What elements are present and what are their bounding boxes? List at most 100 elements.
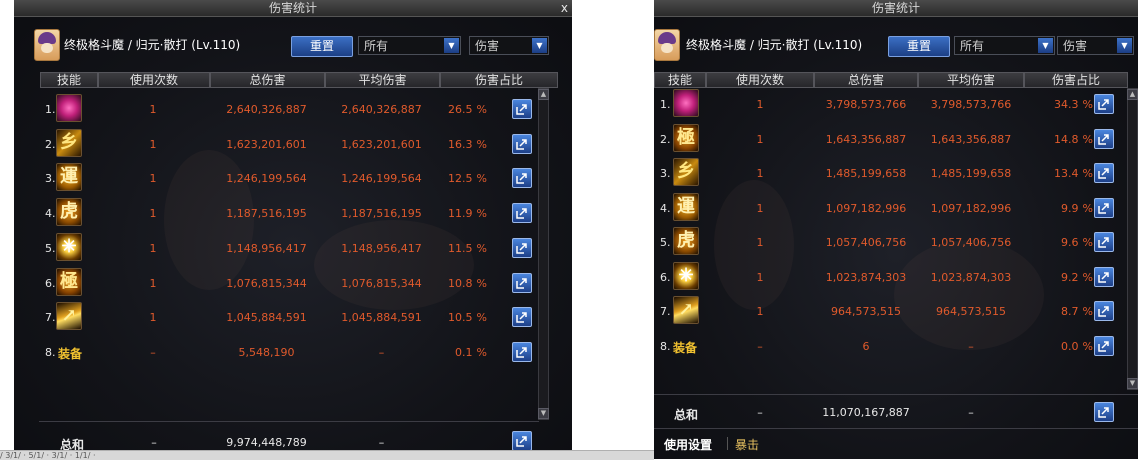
share-button[interactable] (1094, 94, 1114, 114)
damage-share: 16.3% (448, 138, 487, 151)
table-row: 5. ✳ 1 1,148,956,417 1,148,956,417 11.5% (14, 232, 572, 265)
type-filter-value: 伤害 (475, 39, 500, 53)
share-button[interactable] (512, 272, 532, 293)
percent-sign: % (476, 241, 487, 255)
damage-share: 0.0% (1061, 340, 1093, 353)
skill-icon: 乡 (673, 158, 699, 186)
average-damage: 1,148,956,417 (341, 241, 422, 255)
skill-icon: 虎 (56, 198, 82, 227)
table-row: 3. 乡 1 1,485,199,658 1,485,199,658 13.4% (654, 157, 1138, 190)
window-titlebar[interactable]: 伤害统计 x (14, 0, 572, 17)
total-damage: 1,623,201,601 (226, 137, 307, 151)
total-label: 总和 (60, 438, 85, 450)
rank-number: 8. (45, 345, 56, 359)
window-title: 伤害统计 (871, 1, 920, 15)
damage-share-value: 11.9 (448, 207, 473, 221)
share-button[interactable] (1094, 197, 1114, 218)
type-filter-value: 伤害 (1063, 39, 1088, 53)
share-button[interactable] (1094, 163, 1114, 183)
type-filter-dropdown[interactable]: 伤害 ▼ (469, 36, 549, 55)
col-total-damage[interactable]: 总伤害 (814, 72, 918, 88)
share-button[interactable] (512, 341, 532, 362)
scroll-down-icon[interactable]: ▼ (538, 408, 549, 419)
share-button[interactable] (1094, 128, 1114, 149)
tab-critical[interactable]: 暴击 (735, 436, 759, 453)
average-damage: 3,798,573,766 (930, 98, 1012, 111)
total-damage: 1,246,199,564 (226, 172, 307, 186)
damage-share-value: 9.6 (1061, 236, 1079, 249)
skill-icon: 虎 (673, 227, 699, 255)
share-button[interactable] (1094, 335, 1114, 356)
skill-name: 装备 (58, 346, 83, 361)
average-damage: 1,023,874,303 (930, 270, 1012, 284)
total-damage: 1,187,516,195 (226, 207, 307, 221)
divider (654, 394, 1138, 395)
col-uses[interactable]: 使用次数 (98, 72, 210, 88)
reset-button[interactable]: 重置 (291, 36, 353, 57)
table-row: 4. 運 1 1,097,182,996 1,097,182,996 9.9% (654, 192, 1138, 225)
total-damage: 1,057,406,756 (825, 236, 907, 249)
target-filter-dropdown[interactable]: 所有 ▼ (954, 36, 1055, 55)
rank-number: 5. (660, 236, 671, 249)
scrollbar[interactable]: ▲ ▼ (538, 88, 549, 420)
col-damage-share[interactable]: 伤害占比 (440, 72, 558, 88)
close-icon[interactable]: x (561, 0, 568, 16)
col-uses[interactable]: 使用次数 (706, 72, 814, 88)
total-damage: 1,076,815,344 (226, 276, 307, 290)
chevron-down-icon: ▼ (532, 38, 547, 53)
damage-share: 8.7% (1061, 305, 1093, 318)
col-skill[interactable]: 技能 (40, 72, 98, 88)
col-avg-damage[interactable]: 平均伤害 (325, 72, 440, 88)
chevron-down-icon: ▼ (1038, 38, 1053, 53)
col-damage-share[interactable]: 伤害占比 (1024, 72, 1128, 88)
share-icon (1098, 407, 1109, 418)
total-uses: – (151, 436, 157, 449)
share-icon (1098, 271, 1109, 283)
type-filter-dropdown[interactable]: 伤害 ▼ (1057, 36, 1134, 55)
damage-share: 11.9% (448, 207, 487, 220)
use-count: 1 (149, 311, 157, 325)
chevron-down-icon: ▼ (444, 38, 459, 53)
avatar (34, 29, 60, 61)
share-icon (516, 312, 527, 323)
table-row: 7. ↗ 1 1,045,884,591 1,045,884,591 10.5% (14, 301, 572, 334)
table-row: 2. 乡 1 1,623,201,601 1,623,201,601 16.3% (14, 128, 572, 161)
skill-icon: 極 (56, 267, 82, 296)
skill-glyph: 虎 (60, 201, 78, 223)
scroll-down-icon[interactable]: ▼ (1127, 378, 1138, 389)
share-button[interactable] (512, 431, 532, 450)
col-total-damage[interactable]: 总伤害 (210, 72, 325, 88)
share-button[interactable] (512, 133, 532, 154)
skill-icon: ✳ (56, 232, 82, 261)
col-avg-damage[interactable]: 平均伤害 (918, 72, 1024, 88)
share-button[interactable] (1094, 266, 1114, 287)
scrollbar[interactable]: ▲ ▼ (1127, 88, 1138, 390)
share-button[interactable] (512, 203, 532, 224)
skill-icon: 極 (673, 123, 699, 152)
window-titlebar[interactable]: 伤害统计 (654, 0, 1138, 17)
share-icon (516, 208, 527, 219)
use-count: 1 (149, 276, 157, 290)
share-button[interactable] (1094, 301, 1114, 321)
scroll-up-icon[interactable]: ▲ (1127, 89, 1138, 100)
col-skill[interactable]: 技能 (654, 72, 706, 88)
share-button[interactable] (512, 237, 532, 258)
share-button[interactable] (1094, 402, 1114, 422)
damage-share: 11.5% (448, 242, 487, 255)
table-row: 4. 虎 1 1,187,516,195 1,187,516,195 11.9% (14, 197, 572, 230)
character-name: 终极格斗魔 / 归元·散打 (Lv.110) (686, 38, 863, 52)
damage-share: 9.2% (1061, 271, 1093, 284)
damage-share: 10.8% (448, 277, 487, 290)
share-button[interactable] (512, 168, 532, 189)
tab-usage-settings[interactable]: 使用设置 (664, 436, 712, 453)
target-filter-dropdown[interactable]: 所有 ▼ (358, 36, 461, 55)
use-count: – (150, 345, 156, 359)
damage-share: 0.1% (455, 346, 487, 359)
share-button[interactable] (512, 307, 532, 328)
share-button[interactable] (512, 99, 532, 119)
share-button[interactable] (1094, 232, 1114, 252)
percent-sign: % (1082, 305, 1093, 318)
scroll-up-icon[interactable]: ▲ (538, 89, 549, 100)
avatar (654, 29, 680, 61)
reset-button[interactable]: 重置 (888, 36, 950, 57)
